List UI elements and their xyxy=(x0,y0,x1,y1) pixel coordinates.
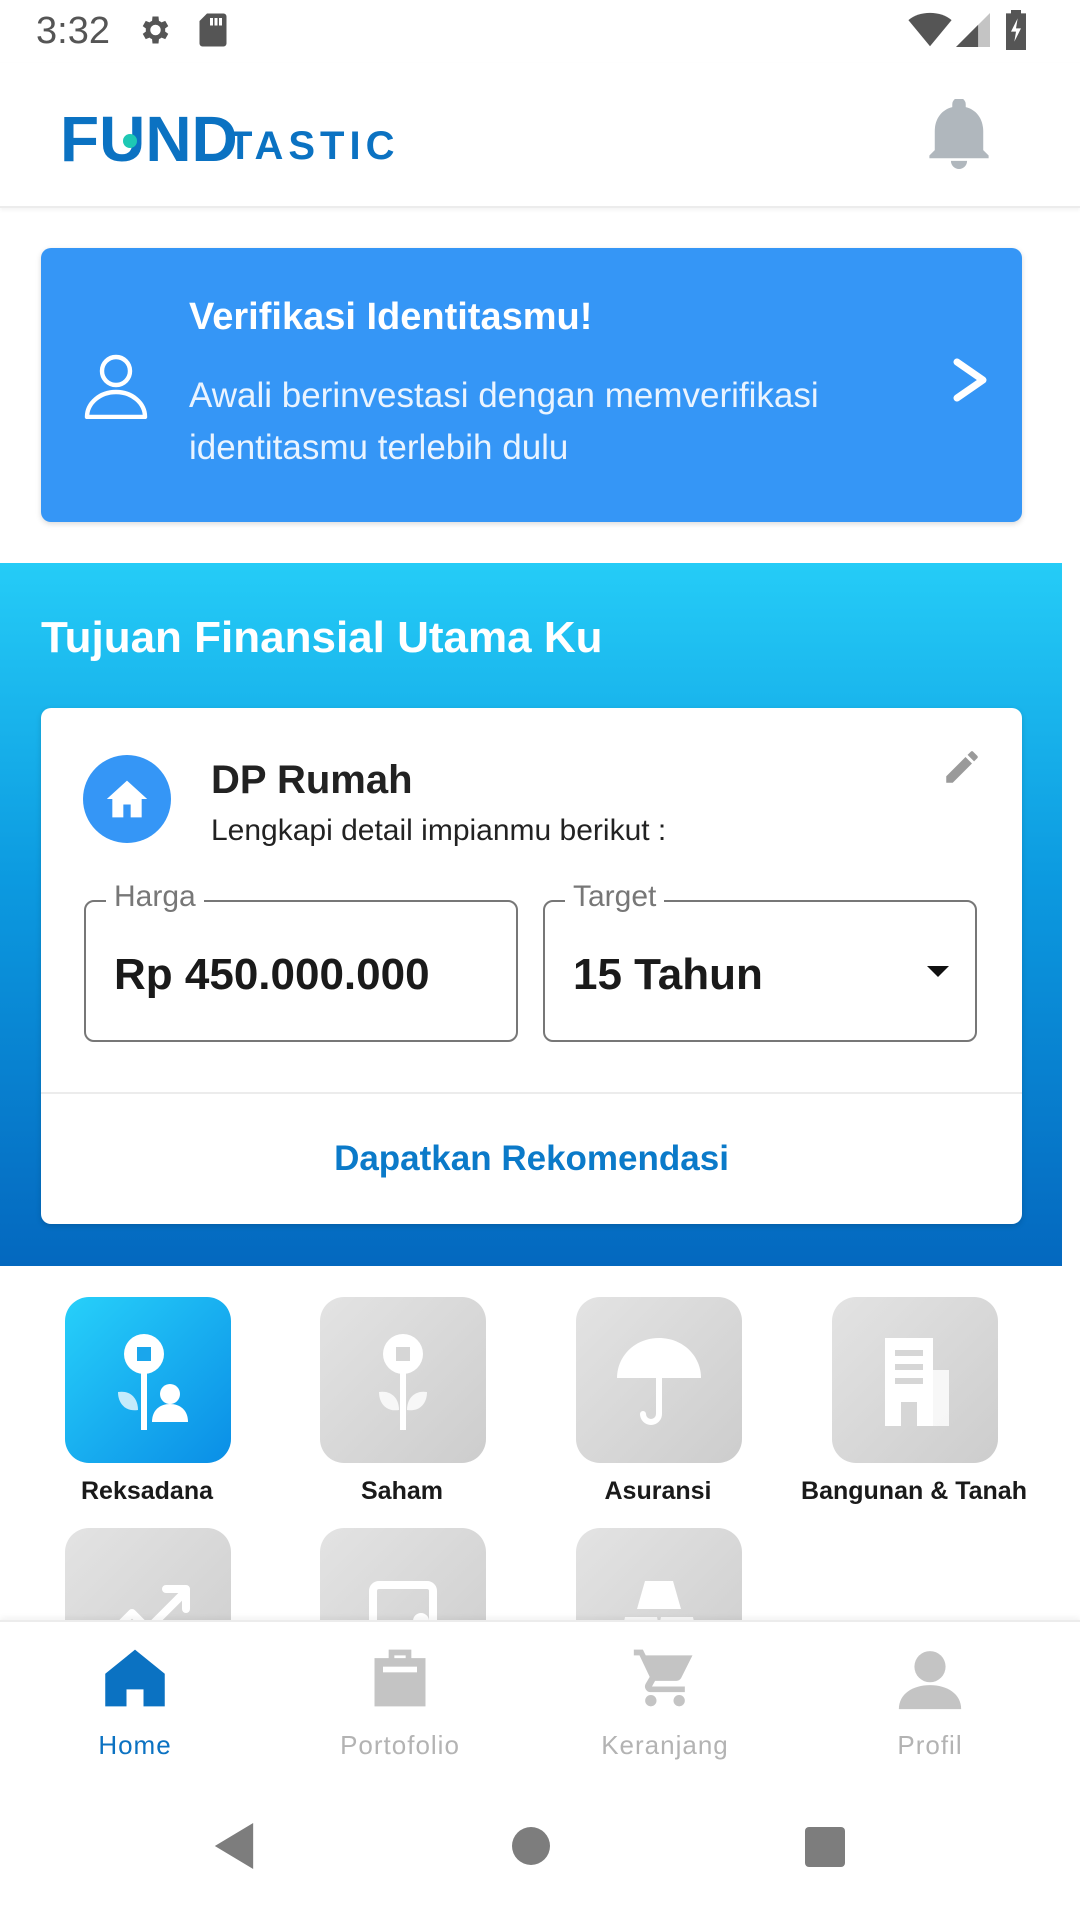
price-value: Rp 450.000.000 xyxy=(114,950,430,999)
chevron-right-icon xyxy=(953,358,987,402)
product-tile xyxy=(65,1297,231,1463)
goal-section-heading: Tujuan Finansial Utama Ku xyxy=(41,613,603,662)
svg-text:TASTIC: TASTIC xyxy=(228,124,399,168)
target-value: 15 Tahun xyxy=(573,950,763,999)
app-header: FUND TASTIC xyxy=(0,63,1080,208)
stock-plant-icon xyxy=(379,1334,427,1430)
notification-bell-icon[interactable] xyxy=(926,99,992,169)
product-label: Reksadana xyxy=(80,1477,214,1505)
mutual-fund-icon xyxy=(118,1334,188,1430)
recents-square-button[interactable] xyxy=(805,1827,845,1867)
fundtastic-logo: FUND TASTIC xyxy=(60,103,399,171)
product-tile xyxy=(65,1528,231,1620)
cart-icon xyxy=(633,1649,693,1707)
trend-up-icon xyxy=(119,1585,190,1620)
battery-charging-icon xyxy=(1006,10,1026,50)
sd-card-icon xyxy=(199,13,227,47)
price-label: Harga xyxy=(106,880,204,914)
settings-gear-icon xyxy=(142,16,169,44)
status-bar: 3:32 xyxy=(0,0,1080,63)
dropdown-caret-icon xyxy=(927,966,949,977)
product-tile xyxy=(320,1528,486,1620)
wifi-icon xyxy=(908,12,952,47)
price-field[interactable]: Harga Rp 450.000.000 xyxy=(84,880,518,1042)
bottom-navigation: Home Portofolio Keranjang Profil xyxy=(0,1620,1080,1785)
user-outline-icon xyxy=(84,354,148,419)
nav-label: Keranjang xyxy=(601,1730,729,1760)
status-time: 3:32 xyxy=(36,10,110,52)
nav-label: Portofolio xyxy=(340,1730,460,1760)
product-tile xyxy=(832,1297,998,1463)
briefcase-icon xyxy=(374,1649,426,1707)
house-icon xyxy=(106,780,148,818)
target-dropdown[interactable]: Target 15 Tahun xyxy=(543,880,977,1042)
product-label: Saham xyxy=(361,1477,443,1505)
product-tile xyxy=(320,1297,486,1463)
app-screen: 3:32 FUND TASTIC Verifikasi Identitasmu!… xyxy=(0,0,1080,1920)
nav-portofolio[interactable]: Portofolio xyxy=(265,1622,535,1787)
home-icon xyxy=(105,1649,165,1707)
nav-label: Home xyxy=(98,1730,172,1760)
person-icon xyxy=(898,1651,962,1710)
svg-text:FUND: FUND xyxy=(60,103,238,171)
goal-subtitle: Lengkapi detail impianmu berikut : xyxy=(211,814,667,847)
financial-goal-section: Tujuan Finansial Utama Ku DP Rumah Lengk… xyxy=(0,563,1062,1266)
cell-signal-icon xyxy=(956,13,990,47)
home-circle-button[interactable] xyxy=(512,1827,550,1865)
edit-pencil-icon[interactable] xyxy=(941,746,983,788)
verify-identity-banner[interactable]: Verifikasi Identitasmu! Awali berinvesta… xyxy=(41,248,1022,522)
product-row-2 xyxy=(0,1528,1080,1620)
house-badge xyxy=(83,755,171,843)
product-label: Bangunan & Tanah xyxy=(801,1477,1027,1505)
product-label: Asuransi xyxy=(604,1477,712,1505)
gold-icon xyxy=(624,1581,694,1620)
wallet-icon xyxy=(369,1581,437,1620)
nav-label: Profil xyxy=(897,1730,963,1760)
nav-keranjang[interactable]: Keranjang xyxy=(530,1622,800,1787)
product-tile xyxy=(576,1297,742,1463)
goal-title: DP Rumah xyxy=(211,758,413,802)
system-navigation-bar xyxy=(0,1785,1080,1920)
target-label: Target xyxy=(565,880,665,914)
umbrella-icon xyxy=(617,1338,701,1425)
building-icon xyxy=(885,1338,949,1426)
verify-description: Awali berinvestasi dengan memverifikasi … xyxy=(189,376,819,467)
nav-profil[interactable]: Profil xyxy=(795,1622,1065,1787)
get-recommendation-button[interactable]: Dapatkan Rekomendasi xyxy=(41,1094,1022,1224)
goal-card: DP Rumah Lengkapi detail impianmu beriku… xyxy=(41,708,1022,1224)
product-tile xyxy=(576,1528,742,1620)
back-triangle-icon[interactable] xyxy=(214,1823,254,1869)
nav-home[interactable]: Home xyxy=(0,1622,270,1787)
verify-title: Verifikasi Identitasmu! xyxy=(189,296,593,338)
